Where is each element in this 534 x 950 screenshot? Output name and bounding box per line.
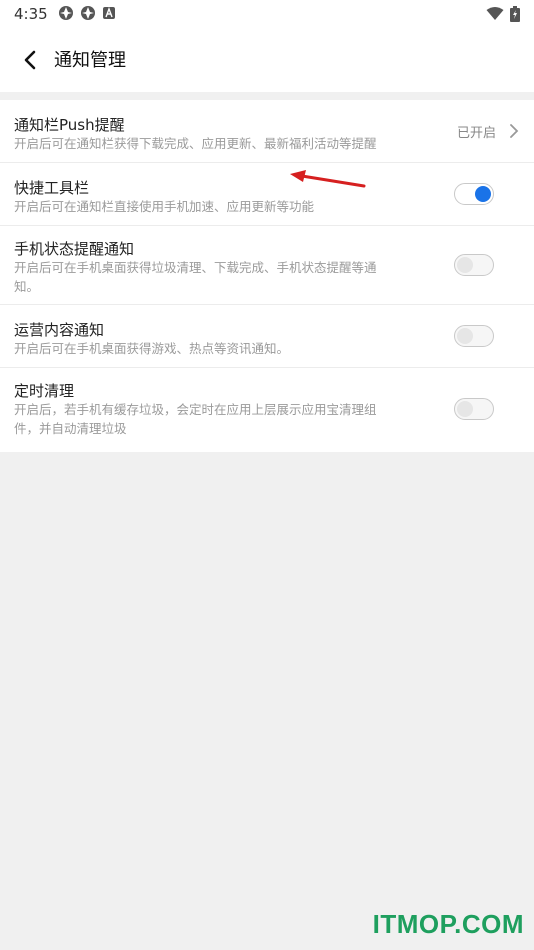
setting-title: 定时清理 <box>14 382 75 400</box>
status-time: 4:35 <box>14 5 48 23</box>
chevron-right-icon <box>510 124 519 138</box>
phone-status-toggle[interactable] <box>454 254 494 276</box>
toggle-knob <box>457 400 473 417</box>
setting-desc-line2: 知。 <box>14 279 40 294</box>
wifi-icon <box>486 7 504 20</box>
status-icons-left <box>58 5 116 21</box>
watermark: ITMOP.COM <box>372 909 524 939</box>
toggle-knob <box>475 185 491 202</box>
setting-row-operations: 运营内容通知 开启后可在手机桌面获得游戏、热点等资讯通知。 <box>0 305 534 368</box>
setting-desc: 开启后可在通知栏直接使用手机加速、应用更新等功能 <box>14 199 315 214</box>
setting-desc-line1: 开启后可在手机桌面获得垃圾清理、下载完成、手机状态提醒等通 <box>14 260 377 275</box>
page-title: 通知管理 <box>54 50 126 71</box>
app-bar: 通知管理 <box>0 28 534 92</box>
setting-row-push[interactable]: 通知栏Push提醒 开启后可在通知栏获得下载完成、应用更新、最新福利活动等提醒 … <box>0 100 534 163</box>
setting-desc-line1: 开启后，若手机有缓存垃圾，会定时在应用上层展示应用宝清理组 <box>14 402 377 417</box>
back-arrow-icon <box>24 50 36 70</box>
setting-row-scheduled-clean: 定时清理 开启后，若手机有缓存垃圾，会定时在应用上层展示应用宝清理组 件，并自动… <box>0 368 534 452</box>
setting-title: 手机状态提醒通知 <box>14 240 135 258</box>
setting-title: 运营内容通知 <box>14 321 105 339</box>
back-button[interactable] <box>14 44 46 76</box>
scheduled-clean-toggle[interactable] <box>454 398 494 420</box>
toggle-knob <box>457 256 473 273</box>
shortcut-toolbar-toggle[interactable] <box>454 183 494 205</box>
battery-charging-icon <box>510 6 520 22</box>
status-bar: 4:35 <box>0 0 534 28</box>
setting-desc: 开启后可在通知栏获得下载完成、应用更新、最新福利活动等提醒 <box>14 136 377 151</box>
setting-row-shortcut-toolbar: 快捷工具栏 开启后可在通知栏直接使用手机加速、应用更新等功能 <box>0 163 534 226</box>
setting-row-phone-status: 手机状态提醒通知 开启后可在手机桌面获得垃圾清理、下载完成、手机状态提醒等通 知… <box>0 226 534 305</box>
annotation-arrow <box>290 170 366 188</box>
push-status-text: 已开启 <box>456 126 496 141</box>
operations-toggle[interactable] <box>454 325 494 347</box>
toggle-knob <box>457 327 473 344</box>
setting-desc-line2: 件，并自动清理垃圾 <box>14 421 127 436</box>
setting-title: 快捷工具栏 <box>14 179 90 197</box>
setting-desc: 开启后可在手机桌面获得游戏、热点等资讯通知。 <box>14 341 290 356</box>
status-icons-right <box>486 6 520 22</box>
setting-title: 通知栏Push提醒 <box>14 116 125 134</box>
app-notification-icon <box>81 6 95 20</box>
app-notification-icon <box>59 6 73 20</box>
app-store-icon <box>103 7 115 19</box>
settings-list: 通知栏Push提醒 开启后可在通知栏获得下载完成、应用更新、最新福利活动等提醒 … <box>0 100 534 452</box>
